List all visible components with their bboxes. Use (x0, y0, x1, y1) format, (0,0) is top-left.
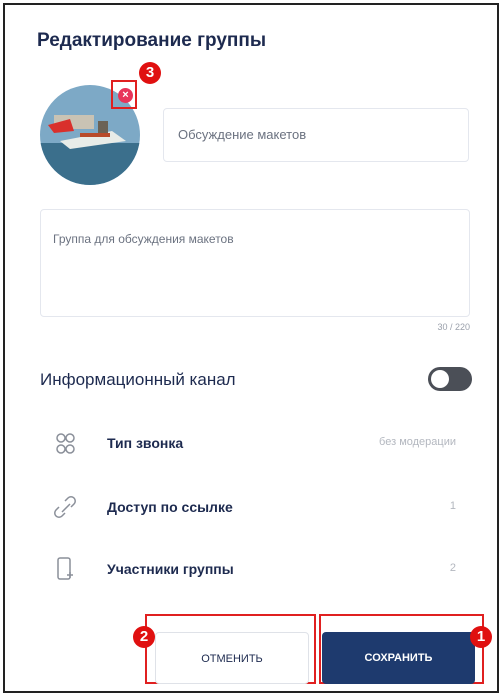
marker-remove-avatar: 3 (139, 62, 161, 84)
setting-value: 1 (449, 500, 456, 512)
cancel-button[interactable]: ОТМЕНИТЬ (155, 632, 309, 684)
add-member-icon (57, 557, 73, 580)
setting-row-link-access[interactable]: Доступ по ссылке 1 (40, 488, 470, 528)
toggle-knob (431, 370, 449, 388)
remove-avatar-highlight: × (111, 80, 137, 109)
people-icon (56, 433, 75, 454)
save-button[interactable]: СОХРАНИТЬ (322, 632, 475, 684)
info-channel-label: Информационный канал (40, 370, 236, 389)
group-description-input[interactable]: Группа для обсуждения макетов (40, 209, 470, 317)
marker-save: 1 (470, 626, 492, 648)
setting-label: Участники группы (107, 561, 234, 577)
info-channel-toggle[interactable] (428, 367, 472, 391)
setting-value: без модерации (379, 436, 456, 448)
link-icon (54, 496, 76, 518)
marker-cancel: 2 (133, 626, 155, 648)
description-counter: 30 / 220 (437, 322, 470, 332)
setting-label: Доступ по ссылке (107, 499, 233, 515)
setting-value: 2 (449, 562, 456, 574)
setting-row-call-type[interactable]: Тип звонка без модерации (40, 424, 470, 464)
setting-row-members[interactable]: Участники группы 2 (40, 550, 470, 590)
group-name-input[interactable]: Обсуждение макетов (163, 108, 469, 162)
remove-avatar-icon[interactable]: × (118, 88, 133, 103)
dialog-title: Редактирование группы (37, 30, 267, 51)
setting-label: Тип звонка (107, 435, 184, 451)
